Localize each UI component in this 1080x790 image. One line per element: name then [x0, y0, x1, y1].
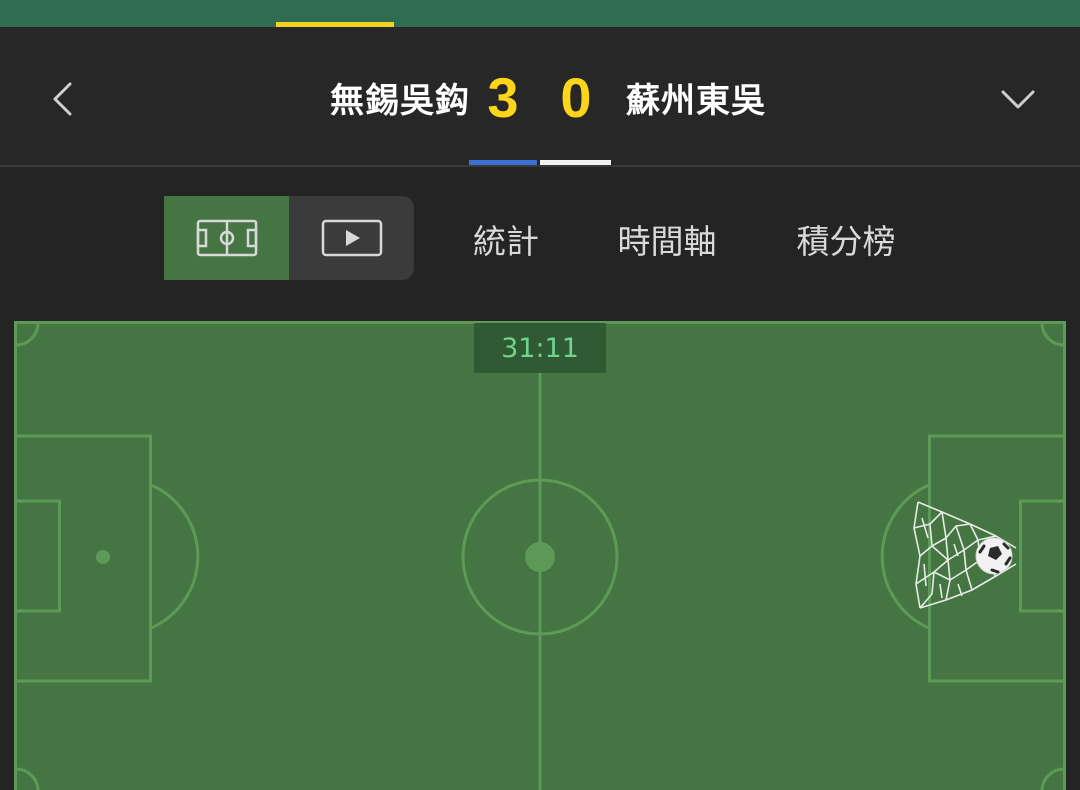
- expand-button[interactable]: [994, 77, 1042, 121]
- tab-timeline[interactable]: 時間軸: [598, 211, 736, 267]
- video-view-button[interactable]: [289, 196, 414, 280]
- pitch-view-button[interactable]: [164, 196, 289, 280]
- top-tab-strip: [0, 0, 1080, 27]
- partial-logo-icon: [488, 0, 588, 4]
- goal-net-ball-icon: [913, 501, 1017, 609]
- away-team-name: 蘇州東吳: [626, 80, 766, 121]
- home-team-name: 無錫吳鈎: [330, 80, 470, 121]
- home-score: 3: [487, 65, 519, 129]
- pitch-markings: [14, 321, 1066, 790]
- match-clock: 31:11: [474, 323, 606, 373]
- away-team-color-bar: [540, 160, 611, 165]
- chevron-down-icon: [1001, 90, 1035, 109]
- pitch-icon: [196, 219, 257, 257]
- chevron-left-icon: [53, 82, 72, 116]
- back-button[interactable]: [40, 77, 84, 121]
- match-header: 無錫吳鈎 3 0 蘇州東吳: [0, 27, 1080, 167]
- away-score: 0: [560, 65, 592, 129]
- pitch-view: 31:11: [14, 321, 1066, 790]
- tab-standings[interactable]: 積分榜: [778, 211, 914, 267]
- play-icon: [321, 219, 382, 257]
- tab-stats[interactable]: 統計: [458, 211, 554, 267]
- tab-bar: 統計 時間軸 積分榜: [0, 167, 1080, 321]
- home-team-color-bar: [469, 160, 537, 165]
- view-switch: [164, 196, 414, 280]
